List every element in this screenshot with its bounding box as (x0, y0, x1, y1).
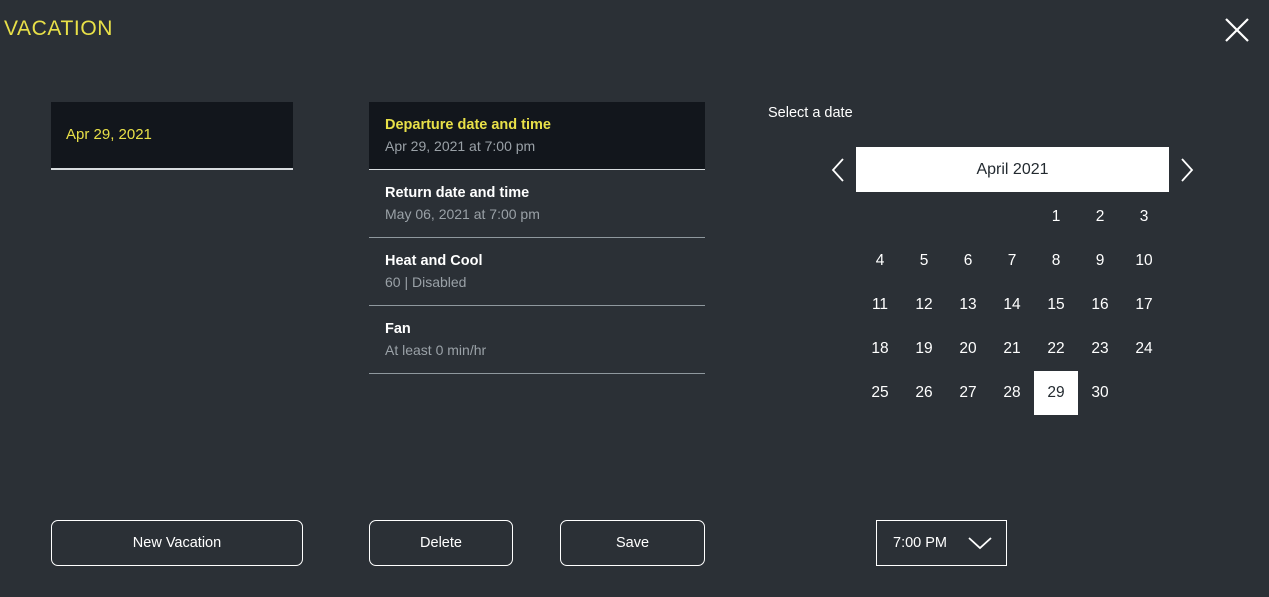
calendar-cell-empty (990, 195, 1034, 239)
vacation-screen: VACATION Apr 29, 2021 Departure date and… (0, 0, 1269, 597)
calendar-day-20[interactable]: 20 (946, 327, 990, 371)
calendar-day-22[interactable]: 22 (1034, 327, 1078, 371)
calendar-day-13[interactable]: 13 (946, 283, 990, 327)
setting-title: Return date and time (385, 185, 530, 201)
setting-value: At least 0 min/hr (385, 342, 487, 358)
calendar-header: April 2021 (820, 146, 1205, 193)
calendar-month-label: April 2021 (976, 160, 1049, 178)
select-a-date-label: Select a date (768, 105, 853, 121)
calendar-day-6[interactable]: 6 (946, 239, 990, 283)
new-vacation-button[interactable]: New Vacation (51, 520, 303, 566)
calendar-day-7[interactable]: 7 (990, 239, 1034, 283)
page-title: VACATION (4, 17, 114, 40)
setting-value: Apr 29, 2021 at 7:00 pm (385, 138, 536, 154)
calendar-cell-empty (858, 195, 902, 239)
setting-title: Heat and Cool (385, 253, 483, 269)
setting-title: Departure date and time (385, 117, 551, 133)
calendar-day-25[interactable]: 25 (858, 371, 902, 415)
vacation-card-label: Apr 29, 2021 (66, 126, 152, 143)
calendar-grid: 1 2 3 4 5 6 7 8 9 10 11 12 13 14 15 16 17 18 19 20 21 22 23 24 2… (858, 195, 1166, 415)
calendar-day-14[interactable]: 14 (990, 283, 1034, 327)
setting-row[interactable]: Heat and Cool 60 | Disabled (369, 238, 705, 306)
calendar-day-10[interactable]: 10 (1122, 239, 1166, 283)
close-button[interactable] (1219, 12, 1255, 48)
calendar-day-27[interactable]: 27 (946, 371, 990, 415)
calendar-day-5[interactable]: 5 (902, 239, 946, 283)
calendar-day-2[interactable]: 2 (1078, 195, 1122, 239)
calendar-day-21[interactable]: 21 (990, 327, 1034, 371)
calendar-day-8[interactable]: 8 (1034, 239, 1078, 283)
setting-row[interactable]: Fan At least 0 min/hr (369, 306, 705, 374)
calendar-day-26[interactable]: 26 (902, 371, 946, 415)
calendar-day-12[interactable]: 12 (902, 283, 946, 327)
calendar-day-11[interactable]: 11 (858, 283, 902, 327)
close-icon (1225, 18, 1249, 42)
calendar-cell-empty (902, 195, 946, 239)
calendar-day-9[interactable]: 9 (1078, 239, 1122, 283)
time-select-value: 7:00 PM (893, 535, 947, 551)
vacation-card[interactable]: Apr 29, 2021 (51, 102, 293, 170)
calendar-day-18[interactable]: 18 (858, 327, 902, 371)
save-button[interactable]: Save (560, 520, 705, 566)
calendar-month-button[interactable]: April 2021 (856, 147, 1169, 192)
calendar-day-16[interactable]: 16 (1078, 283, 1122, 327)
calendar-day-24[interactable]: 24 (1122, 327, 1166, 371)
setting-row[interactable]: Departure date and time Apr 29, 2021 at 7… (369, 102, 705, 170)
chevron-down-icon (967, 535, 993, 551)
calendar-day-1[interactable]: 1 (1034, 195, 1078, 239)
calendar-day-30[interactable]: 30 (1078, 371, 1122, 415)
calendar-day-23[interactable]: 23 (1078, 327, 1122, 371)
calendar-cell-empty (946, 195, 990, 239)
calendar-day-28[interactable]: 28 (990, 371, 1034, 415)
calendar-day-15[interactable]: 15 (1034, 283, 1078, 327)
setting-value: May 06, 2021 at 7:00 pm (385, 206, 540, 222)
calendar-day-17[interactable]: 17 (1122, 283, 1166, 327)
setting-title: Fan (385, 321, 411, 337)
delete-button[interactable]: Delete (369, 520, 513, 566)
chevron-left-icon (831, 157, 844, 182)
calendar-next-month-button[interactable] (1169, 146, 1205, 193)
settings-list: Departure date and time Apr 29, 2021 at 7… (369, 102, 705, 374)
calendar-prev-month-button[interactable] (820, 146, 856, 193)
calendar-day-29[interactable]: 29 (1034, 371, 1078, 415)
time-select[interactable]: 7:00 PM (876, 520, 1007, 566)
calendar-day-4[interactable]: 4 (858, 239, 902, 283)
calendar-day-3[interactable]: 3 (1122, 195, 1166, 239)
setting-row[interactable]: Return date and time May 06, 2021 at 7:00… (369, 170, 705, 238)
setting-value: 60 | Disabled (385, 274, 467, 290)
calendar-day-19[interactable]: 19 (902, 327, 946, 371)
chevron-right-icon (1181, 157, 1194, 182)
